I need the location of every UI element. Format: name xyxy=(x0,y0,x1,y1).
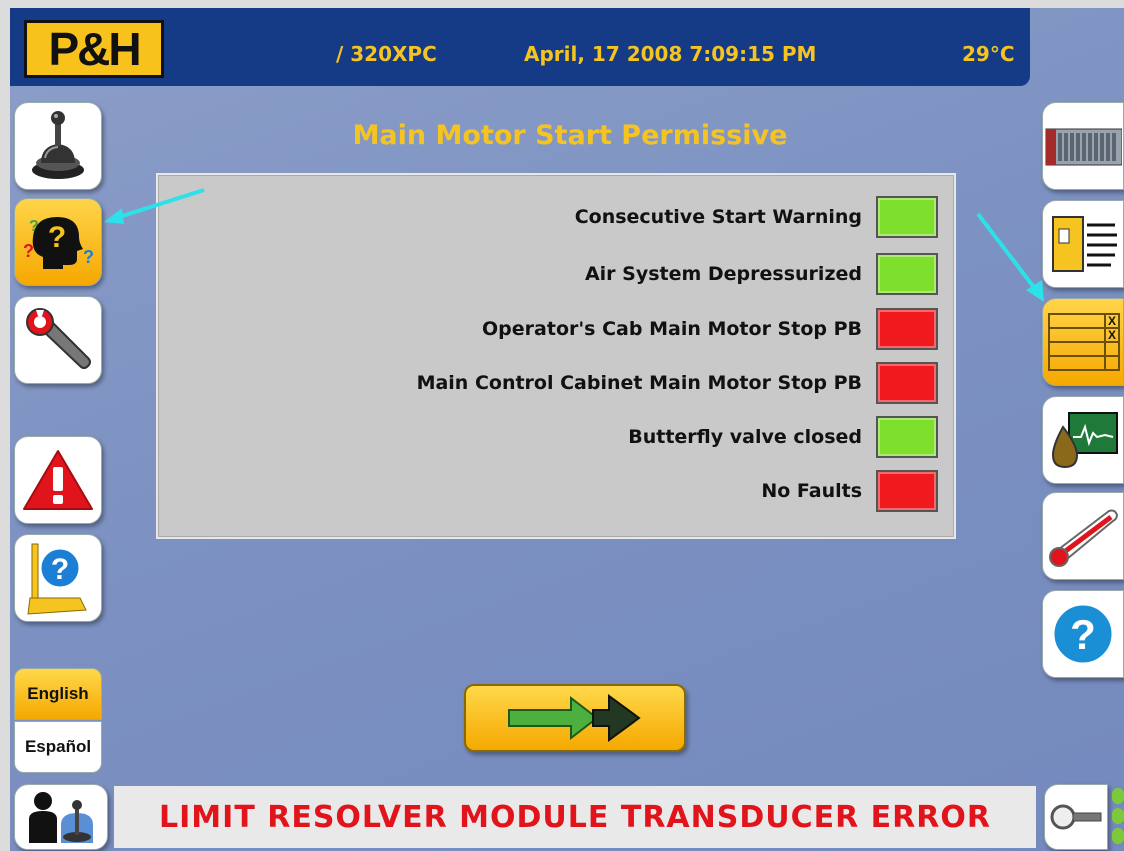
next-button[interactable] xyxy=(464,684,686,752)
permissive-row: Air System Depressurized xyxy=(585,252,938,296)
annotation-arrow-right xyxy=(976,212,1044,302)
led-indicator xyxy=(1112,788,1124,804)
annotation-arrow-left xyxy=(104,188,205,224)
maintenance-button[interactable] xyxy=(14,296,102,384)
oil-trend-icon xyxy=(1051,412,1118,469)
led-indicator xyxy=(1112,828,1124,844)
logo-text: P&H xyxy=(48,23,141,75)
thermometer-icon xyxy=(1049,509,1119,567)
permissive-row: Main Control Cabinet Main Motor Stop PB xyxy=(417,361,938,405)
plc-rack-button[interactable] xyxy=(1042,102,1124,190)
status-indicator-red xyxy=(876,362,938,404)
permissive-row: Butterfly valve closed xyxy=(628,415,938,459)
language-english[interactable]: English xyxy=(14,668,102,720)
plc-rack-icon xyxy=(1045,128,1122,166)
help-button[interactable]: ? xyxy=(1042,590,1124,678)
permissive-panel: Consecutive Start Warning Air System Dep… xyxy=(156,173,956,539)
status-message-bar: LIMIT RESOLVER MODULE TRANSDUCER ERROR xyxy=(114,786,1036,848)
permissive-label: No Faults xyxy=(761,480,862,502)
status-indicator-green xyxy=(876,253,938,295)
header-bar: P&H / 320XPC April, 17 2008 7:09:15 PM 2… xyxy=(10,8,1030,86)
permissive-label: Operator's Cab Main Motor Stop PB xyxy=(482,318,862,340)
status-message: LIMIT RESOLVER MODULE TRANSDUCER ERROR xyxy=(159,799,991,835)
svg-text:?: ? xyxy=(23,241,34,261)
permissive-label: Main Control Cabinet Main Motor Stop PB xyxy=(416,372,862,394)
machine-help-button[interactable]: ? xyxy=(14,534,102,622)
permissive-label: Consecutive Start Warning xyxy=(574,206,862,228)
hmi-screen: P&H / 320XPC April, 17 2008 7:09:15 PM 2… xyxy=(10,8,1124,851)
date-time: April, 17 2008 7:09:15 PM xyxy=(524,42,817,66)
ph-logo: P&H xyxy=(24,20,164,78)
key-button[interactable] xyxy=(1044,784,1108,850)
page-title: Main Motor Start Permissive xyxy=(352,120,788,151)
svg-text:X: X xyxy=(1108,328,1116,342)
temperature-button[interactable] xyxy=(1042,492,1124,580)
fault-table-icon: X X xyxy=(1048,313,1120,371)
permissive-row: No Faults xyxy=(761,469,938,513)
led-indicator xyxy=(1112,808,1124,824)
svg-text:?: ? xyxy=(48,221,66,254)
machine-help-icon: ? xyxy=(27,543,87,615)
cabinet-list-icon xyxy=(1052,216,1117,272)
temperature: 29°C xyxy=(962,42,1015,66)
language-spanish[interactable]: Español xyxy=(14,721,102,773)
status-indicator-green xyxy=(876,416,938,458)
help-head-icon: ? ? ? ? xyxy=(23,217,94,269)
operator-login-button[interactable] xyxy=(14,784,108,850)
status-indicator-red xyxy=(876,308,938,350)
machine-model: / 320XPC xyxy=(336,42,437,66)
fault-table-button[interactable]: X X xyxy=(1042,298,1124,386)
svg-text:?: ? xyxy=(1070,611,1096,658)
key-icon xyxy=(1050,804,1102,830)
arrow-right-icon xyxy=(508,694,641,742)
permissive-row: Consecutive Start Warning xyxy=(575,195,938,239)
status-indicator-red xyxy=(876,470,938,512)
joystick-button[interactable] xyxy=(14,102,102,190)
operator-help-button[interactable]: ? ? ? ? xyxy=(14,198,102,286)
operator-joystick-icon xyxy=(29,792,93,843)
status-indicator-green xyxy=(876,196,938,238)
permissive-label: Air System Depressurized xyxy=(584,263,862,285)
svg-text:?: ? xyxy=(83,247,94,267)
oil-trend-button[interactable] xyxy=(1042,396,1124,484)
cabinet-list-button[interactable] xyxy=(1042,200,1124,288)
alarms-button[interactable] xyxy=(14,436,102,524)
status-leds xyxy=(1112,788,1124,844)
joystick-icon xyxy=(32,111,84,179)
svg-text:X: X xyxy=(1108,314,1116,328)
permissive-row: Operator's Cab Main Motor Stop PB xyxy=(482,307,938,351)
permissive-label: Butterfly valve closed xyxy=(628,426,862,448)
svg-text:?: ? xyxy=(51,553,69,586)
wrench-icon xyxy=(26,308,91,369)
warning-icon xyxy=(23,450,93,510)
svg-text:?: ? xyxy=(29,218,39,235)
question-icon: ? xyxy=(1051,602,1115,666)
